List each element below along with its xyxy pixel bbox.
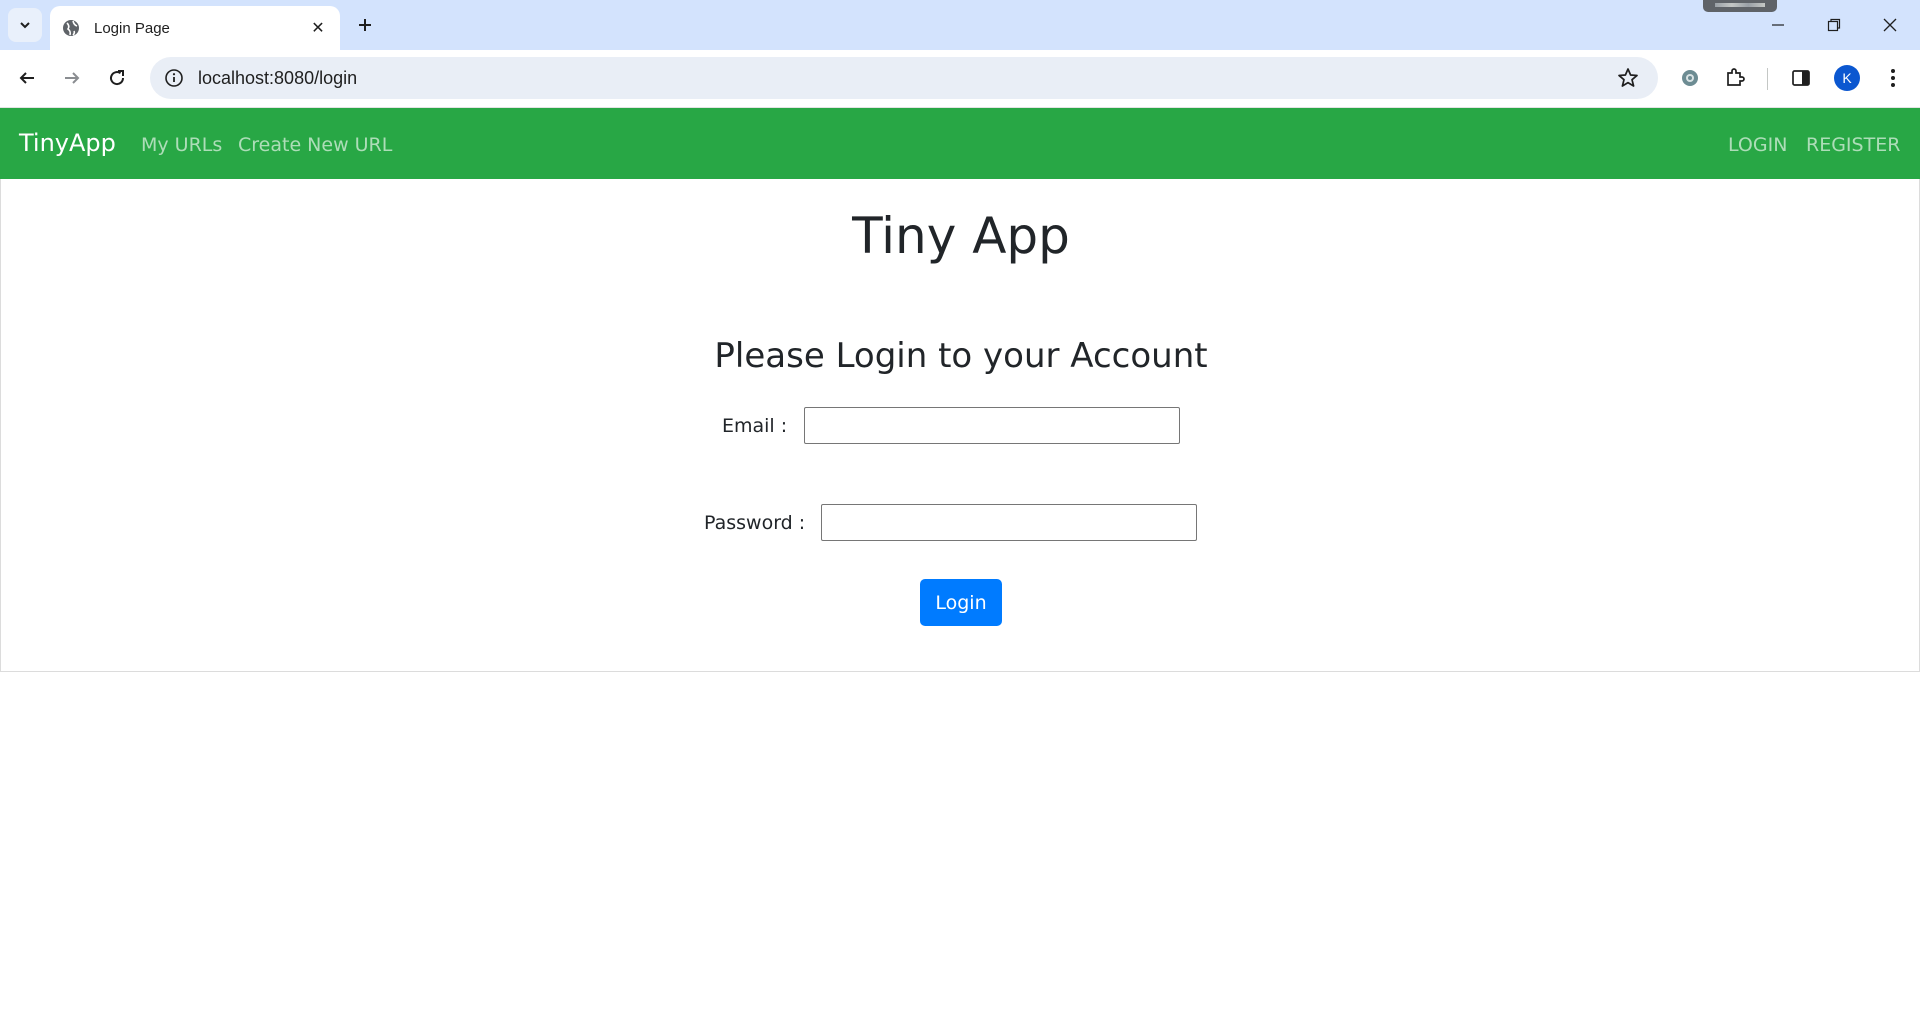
plus-icon (359, 19, 371, 31)
new-tab-button[interactable] (348, 8, 382, 42)
toolbar-divider (1767, 68, 1768, 90)
app-navbar: TinyApp My URLs Create New URL LOGIN REG… (0, 108, 1920, 179)
nav-login[interactable]: LOGIN (1728, 134, 1787, 156)
browser-tab[interactable]: Login Page ✕ (50, 6, 340, 50)
password-field[interactable] (821, 504, 1197, 541)
chevron-down-icon (20, 22, 30, 29)
address-bar[interactable]: localhost:8080/login (150, 57, 1658, 99)
side-panel-button[interactable] (1785, 62, 1817, 94)
back-button[interactable] (9, 60, 45, 96)
minimize-button[interactable] (1750, 0, 1806, 50)
nav-my-urls[interactable]: My URLs (141, 134, 222, 156)
tab-title: Login Page (94, 19, 170, 37)
arrow-left-icon (19, 72, 34, 84)
form-heading: Please Login to your Account (714, 336, 1208, 376)
reload-button[interactable] (99, 60, 135, 96)
brand-link[interactable]: TinyApp (19, 129, 116, 157)
bookmark-star-icon[interactable] (1616, 66, 1640, 90)
close-tab-icon[interactable]: ✕ (308, 18, 328, 38)
email-label: Email : (722, 415, 788, 437)
nav-register[interactable]: REGISTER (1806, 134, 1900, 156)
browser-toolbar: localhost:8080/login (0, 50, 1920, 108)
page-title: Tiny App (852, 207, 1070, 265)
browser-tab-bar: Login Page ✕ (0, 0, 1920, 50)
login-button[interactable]: Login (920, 579, 1002, 626)
password-label: Password : (704, 512, 806, 534)
restore-icon (1827, 18, 1841, 32)
arrow-right-icon (65, 72, 80, 84)
minimize-icon (1772, 24, 1784, 26)
close-window-button[interactable] (1862, 0, 1918, 50)
reload-icon (110, 70, 125, 86)
url-text[interactable]: localhost:8080/login (198, 68, 1616, 89)
nav-create-new-url[interactable]: Create New URL (238, 134, 392, 156)
close-icon (1883, 18, 1897, 32)
login-card: Tiny App Please Login to your Account Em… (0, 179, 1920, 672)
site-info-icon[interactable] (164, 68, 184, 88)
gear-icon (1682, 70, 1698, 86)
browser-menu-button[interactable] (1877, 62, 1909, 94)
globe-icon (63, 20, 79, 36)
extension-gear-button[interactable] (1674, 62, 1706, 94)
tab-search-button[interactable] (8, 8, 42, 42)
forward-button[interactable] (54, 60, 90, 96)
more-vert-icon (1891, 69, 1895, 87)
restore-button[interactable] (1806, 0, 1862, 50)
profile-avatar[interactable]: K (1834, 65, 1860, 91)
extensions-button[interactable] (1719, 62, 1751, 94)
puzzle-icon (1727, 68, 1745, 86)
side-panel-icon (1792, 70, 1810, 86)
email-field[interactable] (804, 407, 1180, 444)
